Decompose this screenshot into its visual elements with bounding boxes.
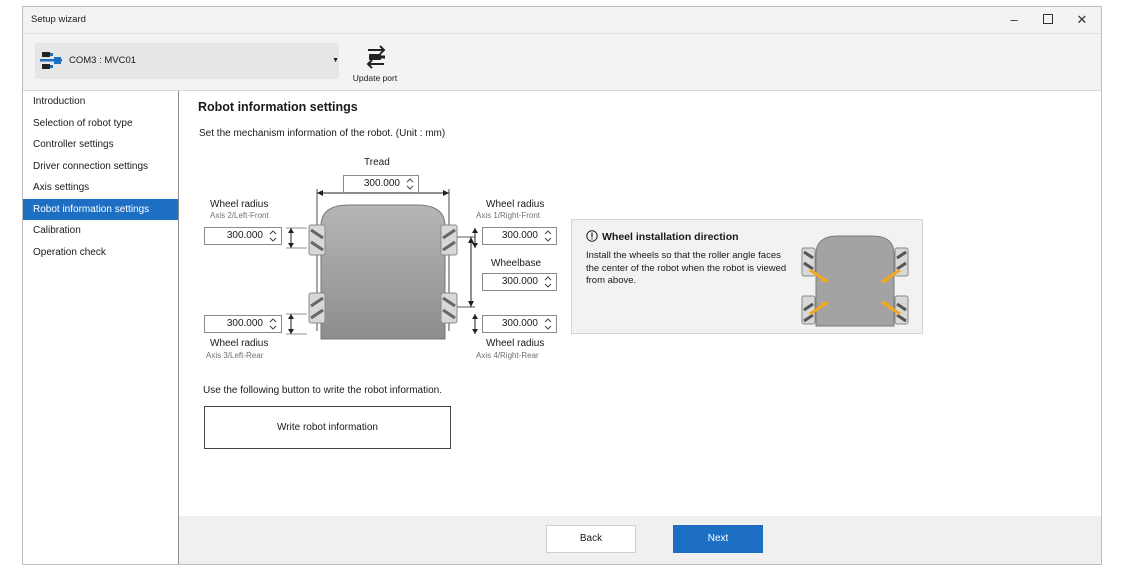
wheel-radius-input-front-right[interactable]: 300.000: [482, 227, 557, 245]
next-button[interactable]: Next: [673, 525, 763, 553]
port-value: COM3 : MVC01: [69, 55, 137, 66]
window-title: Setup wizard: [31, 14, 86, 25]
wizard-steps-sidebar: Introduction Selection of robot type Con…: [23, 91, 179, 564]
wheel-radius-value-rear-right: 300.000: [501, 318, 538, 329]
wheel-radius-label-front-right: Wheel radius: [486, 199, 545, 210]
maximize-icon: [1043, 14, 1053, 24]
wheel-direction-illustration: [801, 235, 909, 327]
wheel-front-right: [440, 224, 458, 256]
robot-body: [320, 204, 446, 340]
spin-arrows-icon[interactable]: [543, 275, 553, 289]
axis-label-rear-left: Axis 3/Left-Rear: [206, 351, 264, 360]
close-button[interactable]: ✕: [1065, 7, 1099, 33]
spin-arrows-icon[interactable]: [543, 229, 553, 243]
wheel-radius-label-rear-right: Wheel radius: [486, 338, 545, 349]
setup-wizard-window: Setup wizard – ✕ COM3 : MVC01 ▼ Update p…: [22, 6, 1102, 565]
tread-label: Tread: [364, 157, 390, 168]
minimize-button[interactable]: –: [997, 7, 1031, 33]
sidebar-item-axis[interactable]: Axis settings: [23, 177, 178, 199]
back-button[interactable]: Back: [546, 525, 636, 553]
info-text: Install the wheels so that the roller an…: [586, 250, 787, 286]
spin-arrows-icon[interactable]: [268, 229, 278, 243]
write-robot-information-button[interactable]: Write robot information: [204, 406, 451, 449]
connector-icon: [40, 52, 62, 69]
wheel-rear-left: [308, 292, 326, 324]
wheelbase-label: Wheelbase: [491, 258, 542, 269]
wheel-radius-value-front-left: 300.000: [226, 230, 263, 241]
write-note: Use the following button to write the ro…: [203, 385, 443, 396]
chevron-down-icon: ▼: [332, 57, 339, 64]
toolbar: COM3 : MVC01 ▼ Update port: [23, 34, 1101, 91]
axis-label-rear-right: Axis 4/Right-Rear: [476, 351, 539, 360]
sidebar-item-calibration[interactable]: Calibration: [23, 220, 178, 242]
spin-arrows-icon[interactable]: [543, 317, 553, 331]
wheel-radius-value-front-right: 300.000: [501, 230, 538, 241]
sidebar-item-controller[interactable]: Controller settings: [23, 134, 178, 156]
update-port-label: Update port: [352, 73, 398, 83]
wheel-radius-label-front-left: Wheel radius: [210, 199, 269, 210]
port-select[interactable]: COM3 : MVC01 ▼: [35, 43, 339, 79]
axis-label-front-left: Axis 2/Left-Front: [210, 211, 269, 220]
wheelbase-input[interactable]: 300.000: [482, 273, 557, 291]
footer-bar: Back Next: [179, 516, 1101, 564]
wheel-radius-value-rear-left: 300.000: [226, 318, 263, 329]
sidebar-item-driver-connection[interactable]: Driver connection settings: [23, 156, 178, 178]
wheel-radius-input-front-left[interactable]: 300.000: [204, 227, 282, 245]
info-icon: [586, 230, 598, 242]
wheel-radius-input-rear-right[interactable]: 300.000: [482, 315, 557, 333]
sidebar-item-robot-information[interactable]: Robot information settings: [23, 198, 178, 220]
update-port-button[interactable]: Update port: [351, 40, 399, 84]
wheel-radius-label-rear-left: Wheel radius: [210, 338, 269, 349]
wheel-radius-input-rear-left[interactable]: 300.000: [204, 315, 282, 333]
wheelbase-value: 300.000: [501, 276, 538, 287]
main-panel: Robot information settings Set the mecha…: [179, 91, 1101, 564]
sidebar-item-introduction[interactable]: Introduction: [23, 91, 178, 113]
wheel-front-left: [308, 224, 326, 256]
wheel-rear-right: [440, 292, 458, 324]
refresh-port-icon: [366, 45, 386, 69]
axis-label-front-right: Axis 1/Right-Front: [476, 211, 541, 220]
wheel-direction-info-panel: Wheel installation direction Install the…: [571, 219, 923, 334]
info-title: Wheel installation direction: [602, 231, 739, 243]
maximize-button[interactable]: [1031, 7, 1065, 33]
title-bar: Setup wizard – ✕: [23, 7, 1101, 34]
spin-arrows-icon[interactable]: [405, 177, 415, 191]
sidebar-item-operation-check[interactable]: Operation check: [23, 242, 178, 264]
tread-value: 300.000: [363, 178, 400, 189]
spin-arrows-icon[interactable]: [268, 317, 278, 331]
tread-input[interactable]: 300.000: [343, 175, 419, 193]
sidebar-item-robot-type[interactable]: Selection of robot type: [23, 113, 178, 135]
